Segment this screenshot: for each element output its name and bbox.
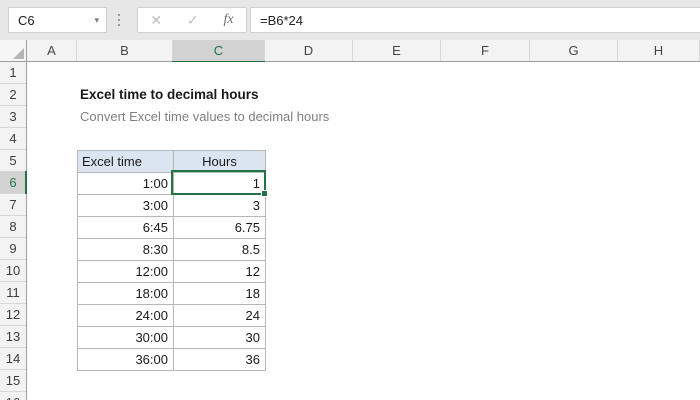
row-header-1[interactable]: 1	[0, 62, 26, 84]
select-all-triangle-icon	[13, 48, 24, 59]
table-header-cell[interactable]: Hours	[173, 150, 266, 173]
name-box-value: C6	[18, 12, 35, 28]
row-header-14[interactable]: 14	[0, 348, 26, 370]
row-header-5[interactable]: 5	[0, 150, 26, 172]
insert-function-icon[interactable]: fx	[223, 12, 233, 28]
chevron-down-icon[interactable]: ▾	[94, 15, 99, 25]
sheet-subtitle[interactable]: Convert Excel time values to decimal hou…	[80, 106, 329, 128]
table-cell-hours[interactable]: 30	[173, 326, 266, 349]
formula-buttons: ✕ ✓ fx	[137, 7, 247, 33]
row-header-13[interactable]: 13	[0, 326, 26, 348]
table-cell-hours[interactable]: 36	[173, 348, 266, 371]
table-cell-time[interactable]: 24:00	[77, 304, 174, 327]
row-header-16[interactable]: 16	[0, 392, 26, 400]
column-header-E[interactable]: E	[353, 40, 441, 61]
row-header-10[interactable]: 10	[0, 260, 26, 282]
name-box[interactable]: C6 ▾	[8, 7, 107, 33]
formula-input[interactable]: =B6*24	[250, 7, 700, 33]
column-header-A[interactable]: A	[27, 40, 77, 61]
enter-icon[interactable]: ✓	[187, 12, 199, 29]
table-cell-hours[interactable]: 3	[173, 194, 266, 217]
column-header-G[interactable]: G	[530, 40, 618, 61]
row-header-8[interactable]: 8	[0, 216, 26, 238]
table-cell-time[interactable]: 3:00	[77, 194, 174, 217]
table-cell-hours[interactable]: 6.75	[173, 216, 266, 239]
row-header-12[interactable]: 12	[0, 304, 26, 326]
table-cell-hours[interactable]: 12	[173, 260, 266, 283]
table-cell-hours[interactable]: 18	[173, 282, 266, 305]
cancel-icon[interactable]: ✕	[150, 12, 162, 29]
row-header-9[interactable]: 9	[0, 238, 26, 260]
row-header-15[interactable]: 15	[0, 370, 26, 392]
row-header-3[interactable]: 3	[0, 106, 26, 128]
row-headers: 12345678910111213141516	[0, 62, 27, 400]
excel-window: C6 ▾ ✕ ✓ fx =B6*24 ABCDEFGH 1 2 3 4 5 6 7 8 9 10 1…	[0, 0, 700, 400]
row-header-7[interactable]: 7	[0, 194, 26, 216]
column-header-D[interactable]: D	[265, 40, 353, 61]
table-cell-time[interactable]: 12:00	[77, 260, 174, 283]
table-header-cell[interactable]: Excel time	[77, 150, 174, 173]
row-header-2[interactable]: 2	[0, 84, 26, 106]
formula-bar: C6 ▾ ✕ ✓ fx =B6*24	[0, 0, 700, 40]
table-cell-time[interactable]: 8:30	[77, 238, 174, 261]
column-header-C[interactable]: C	[172, 40, 265, 63]
table-cell-time[interactable]: 36:00	[77, 348, 174, 371]
table-cell-hours[interactable]: 1	[173, 172, 266, 195]
column-header-B[interactable]: B	[77, 40, 173, 61]
table-cell-time[interactable]: 6:45	[77, 216, 174, 239]
column-header-H[interactable]: H	[618, 40, 700, 61]
table-cell-hours[interactable]: 24	[173, 304, 266, 327]
select-all-corner[interactable]	[0, 40, 27, 62]
fill-handle[interactable]	[261, 190, 268, 197]
row-header-4[interactable]: 4	[0, 128, 26, 150]
table-cell-time[interactable]: 30:00	[77, 326, 174, 349]
sheet-title[interactable]: Excel time to decimal hours	[80, 84, 259, 106]
column-header-F[interactable]: F	[441, 40, 530, 61]
row-header-6[interactable]: 6	[0, 171, 27, 194]
separator-dots-icon	[118, 14, 120, 26]
sheet-canvas: Excel time to decimal hours Convert Exce…	[27, 62, 700, 400]
column-headers: ABCDEFGH	[27, 40, 700, 63]
table-cell-time[interactable]: 1:00	[77, 172, 174, 195]
row-header-11[interactable]: 11	[0, 282, 26, 304]
table-cell-time[interactable]: 18:00	[77, 282, 174, 305]
data-table: Excel time Hours 1:00 1 3:00 3 6:45 6.75 8:30 8.5…	[77, 150, 266, 371]
table-cell-hours[interactable]: 8.5	[173, 238, 266, 261]
